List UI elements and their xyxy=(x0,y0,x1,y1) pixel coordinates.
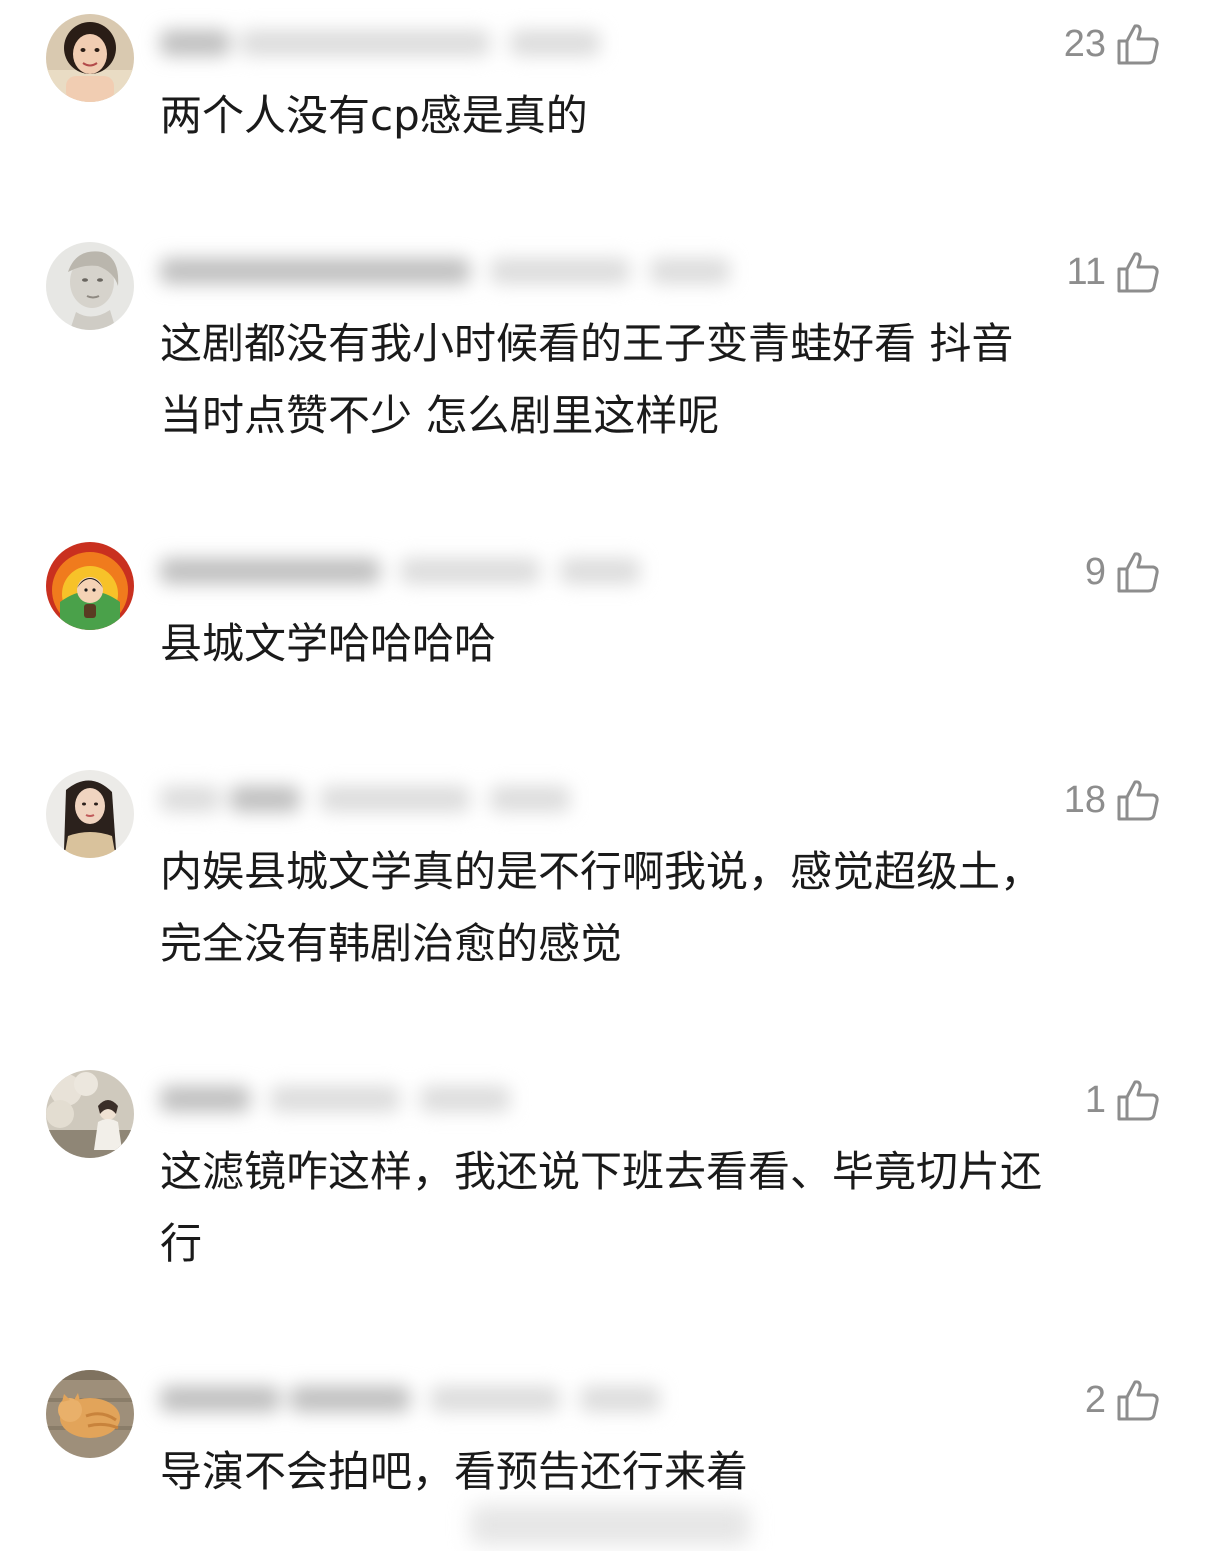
like-button[interactable]: 11 xyxy=(1067,246,1162,298)
thumbs-up-icon xyxy=(1117,780,1159,821)
thumbs-up-icon xyxy=(1117,24,1159,65)
thumbs-up-icon xyxy=(1117,1080,1159,1121)
like-count: 9 xyxy=(1084,551,1106,593)
comment-text: 两个人没有cp感是真的 xyxy=(160,91,588,140)
username-blurred xyxy=(100,10,660,70)
like-count: 11 xyxy=(1066,251,1106,293)
thumbs-up-icon xyxy=(1117,252,1159,293)
like-button[interactable]: 1 xyxy=(1085,1074,1162,1126)
username-blurred xyxy=(100,766,660,826)
username-blurred xyxy=(100,1366,660,1426)
like-button[interactable]: 23 xyxy=(1064,18,1162,70)
username-blurred xyxy=(100,538,660,598)
like-button[interactable]: 18 xyxy=(1064,774,1162,826)
like-count: 23 xyxy=(1063,23,1106,65)
comment-text: 这剧都没有我小时候看的王子变青蛙好看 抖音 当时点赞不少 怎么剧里这样呢 xyxy=(160,319,1014,440)
comment-text: 导演不会拍吧，看预告还行来着 xyxy=(160,1447,749,1496)
like-button[interactable]: 2 xyxy=(1085,1374,1162,1426)
like-button[interactable]: 9 xyxy=(1085,546,1162,598)
like-count: 18 xyxy=(1063,779,1106,821)
watermark-blurred xyxy=(470,1505,750,1545)
comment-list: 23 两个人没有cp感是真的 11 这剧都没有我小时候看的王子变青蛙好看 抖音 … xyxy=(0,0,1206,1551)
like-count: 2 xyxy=(1084,1379,1106,1421)
username-blurred xyxy=(100,238,730,298)
like-count: 1 xyxy=(1084,1079,1106,1121)
thumbs-up-icon xyxy=(1117,552,1159,593)
username-blurred xyxy=(100,1066,660,1126)
comment-text: 内娱县城文学真的是不行啊我说，感觉超级土， 完全没有韩剧治愈的感觉 xyxy=(160,847,1043,968)
comment-text: 县城文学哈哈哈哈 xyxy=(160,619,497,668)
thumbs-up-icon xyxy=(1117,1380,1159,1421)
comment-text: 这滤镜咋这样，我还说下班去看看、毕竟切片还 行 xyxy=(160,1147,1043,1268)
